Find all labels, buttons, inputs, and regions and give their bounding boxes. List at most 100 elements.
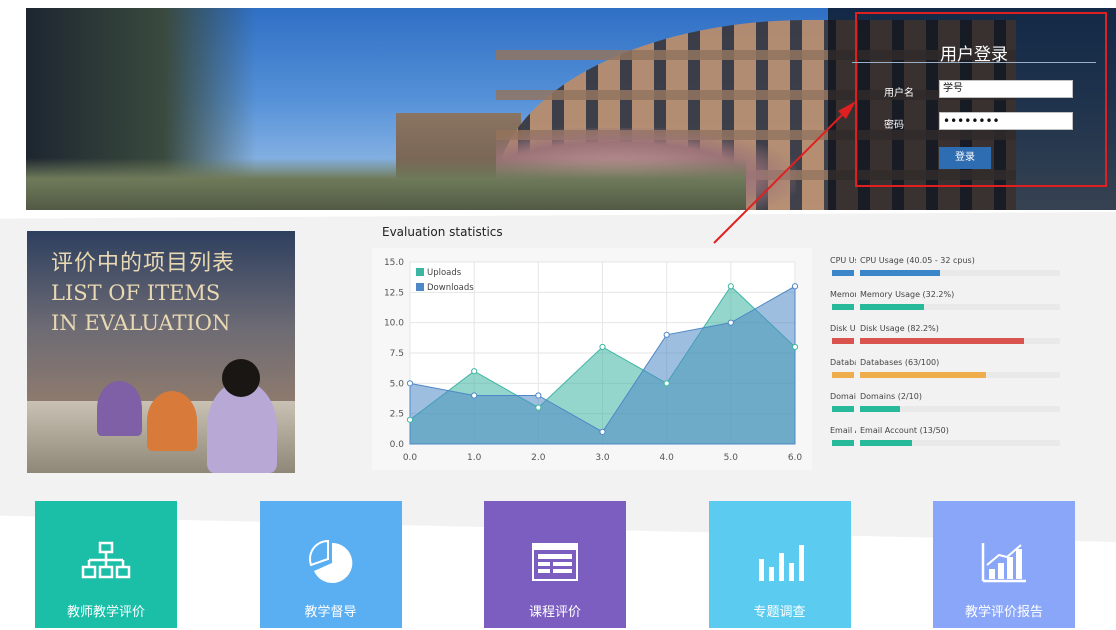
stat-short-label: CPU Usage (40.05 - 32 cpus)	[830, 256, 856, 265]
stat-progress-fill	[860, 304, 925, 310]
x-tick-label: 1.0	[467, 453, 482, 463]
legend-label-downloads: Downloads	[427, 283, 474, 293]
stat-label: Memory Usage (32.2%)	[860, 290, 955, 299]
data-point-downloads	[535, 392, 542, 399]
username-label: 用户名	[884, 88, 914, 99]
stat-progress-track	[860, 372, 1060, 378]
stat-label: Disk Usage (82.2%)	[860, 324, 939, 333]
x-tick-label: 4.0	[660, 453, 675, 463]
evaluation-list-poster[interactable]: 评价中的项目列表 LIST OF ITEMS IN EVALUATION	[27, 231, 295, 473]
poster-title-en-line2: IN EVALUATION	[51, 311, 231, 335]
stat-mini-bar	[832, 270, 854, 276]
banner-bottom-trees	[26, 158, 746, 210]
data-point-downloads	[599, 428, 606, 435]
stat-progress-fill	[860, 270, 940, 276]
window-table-icon	[530, 539, 580, 585]
growth-chart-icon	[979, 539, 1029, 585]
module-tile-label: 课程评价	[528, 605, 581, 620]
data-point-downloads	[471, 392, 478, 399]
username-input[interactable]: 学号	[939, 80, 1073, 98]
y-tick-label: 12.5	[384, 288, 404, 298]
data-point-uploads	[727, 283, 734, 290]
org-chart-icon	[81, 539, 131, 585]
data-point-downloads	[791, 283, 799, 290]
x-tick-label: 5.0	[724, 453, 739, 463]
password-input[interactable]: ••••••••	[939, 112, 1073, 130]
server-stats-panel: CPU Usage (40.05 - 32 cpus) CPU Usage (40…	[830, 248, 1092, 458]
module-tile[interactable]: 课程评价	[484, 501, 626, 628]
data-point-uploads	[663, 380, 670, 387]
data-point-uploads	[535, 404, 542, 411]
y-tick-label: 15.0	[384, 258, 404, 268]
stat-short-label: Databases (63/100)	[830, 358, 856, 367]
poster-title-cn: 评价中的项目列表	[51, 251, 236, 276]
stat-mini-bar	[832, 304, 854, 310]
stat-short-label: Email Account (13/50)	[830, 426, 856, 435]
stat-short-label: Memory Usage (32.2%)	[830, 290, 856, 299]
stat-mini-bar	[832, 406, 854, 412]
y-tick-label: 10.0	[384, 319, 404, 329]
x-tick-label: 6.0	[788, 453, 803, 463]
stat-label: Email Account (13/50)	[860, 426, 949, 435]
password-label: 密码	[884, 120, 904, 131]
data-point-uploads	[406, 416, 414, 423]
login-divider	[852, 62, 1096, 63]
stat-progress-fill	[860, 406, 900, 412]
legend-swatch-downloads	[416, 283, 424, 291]
stat-progress-track	[860, 270, 1060, 276]
y-tick-label: 5.0	[390, 379, 405, 389]
module-tile[interactable]: 专题调查	[708, 501, 851, 628]
module-tile-label: 教学评价报告	[964, 605, 1043, 620]
module-tile[interactable]: 教师教学评价	[35, 501, 177, 628]
login-button[interactable]: 登录	[939, 147, 991, 169]
data-point-downloads	[406, 380, 414, 387]
stat-row: CPU Usage (40.05 - 32 cpus) CPU Usage (40…	[830, 248, 1092, 278]
module-tile-label: 教师教学评价	[66, 605, 145, 620]
stat-row: Memory Usage (32.2%) Memory Usage (32.2%)	[830, 282, 1092, 312]
module-tile-label: 专题调查	[753, 605, 806, 620]
stat-progress-track	[860, 406, 1060, 412]
evaluation-statistics-chart: 0.0 2.5 5.0 7.5 10.0 12.5 15.0 0.0 1.0 2.0 3.0 4.0 5…	[384, 258, 803, 463]
stat-label: CPU Usage (40.05 - 32 cpus)	[860, 256, 975, 265]
poster-student	[97, 381, 142, 436]
stat-progress-fill	[860, 440, 912, 446]
poster-student	[147, 391, 197, 451]
y-tick-label: 2.5	[390, 410, 404, 420]
module-tile[interactable]: 教学督导	[259, 501, 402, 628]
stat-progress-fill	[860, 372, 986, 378]
stat-label: Databases (63/100)	[860, 358, 940, 367]
poster-student-head	[222, 359, 260, 397]
stat-row: Email Account (13/50) Email Account (13/5…	[830, 418, 1092, 448]
chart-title: Evaluation statistics	[382, 225, 503, 239]
stat-row: Domains (2/10) Domains (2/10)	[830, 384, 1092, 414]
module-tile[interactable]: 教学评价报告	[933, 501, 1075, 628]
legend-swatch-uploads	[416, 268, 424, 276]
stat-short-label: Domains (2/10)	[830, 392, 856, 401]
module-tile-label: 教学督导	[304, 605, 357, 620]
x-tick-label: 2.0	[531, 453, 546, 463]
y-tick-label: 7.5	[390, 349, 404, 359]
stat-mini-bar	[832, 440, 854, 446]
stat-progress-track	[860, 304, 1060, 310]
annotation-arrow-icon	[713, 101, 856, 244]
data-point-uploads	[599, 343, 606, 351]
stat-row: Databases (63/100) Databases (63/100)	[830, 350, 1092, 380]
data-point-downloads	[727, 319, 734, 326]
stat-mini-bar	[832, 372, 854, 378]
x-tick-label: 0.0	[403, 453, 418, 463]
stat-short-label: Disk Usage (82.2%)	[830, 324, 856, 333]
stat-mini-bar	[832, 338, 854, 344]
stat-label: Domains (2/10)	[860, 392, 922, 401]
data-point-downloads	[663, 331, 670, 338]
pie-chart-icon	[306, 539, 356, 585]
stat-progress-track	[860, 440, 1060, 446]
stat-row: Disk Usage (82.2%) Disk Usage (82.2%)	[830, 316, 1092, 346]
data-point-uploads	[791, 343, 799, 351]
legend-label-uploads: Uploads	[427, 268, 462, 278]
x-tick-label: 3.0	[595, 453, 610, 463]
y-tick-label: 0.0	[390, 440, 405, 450]
stat-progress-fill	[860, 338, 1025, 344]
data-point-uploads	[471, 368, 478, 375]
bar-chart-icon	[755, 539, 805, 585]
poster-title-en-line1: LIST OF ITEMS	[51, 281, 221, 305]
